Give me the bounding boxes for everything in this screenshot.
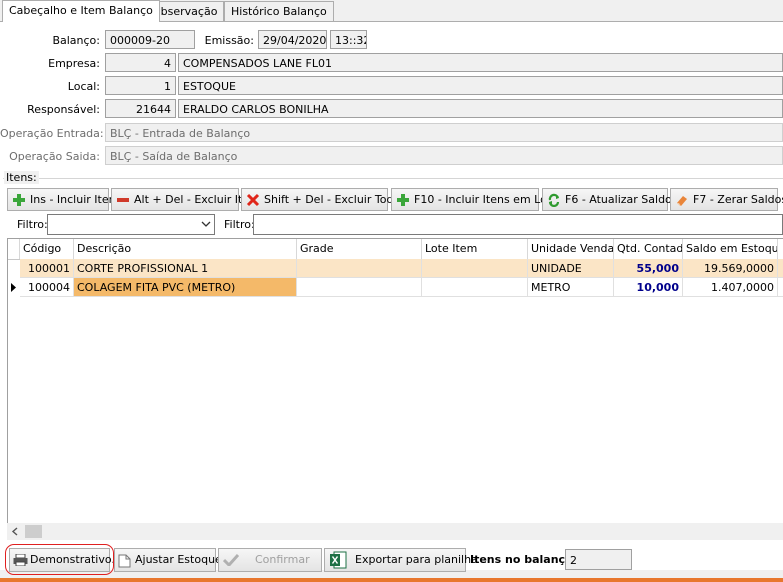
itens-grid[interactable]: Código Descrição Grade Lote Item Unidade… [7, 238, 783, 540]
ajustar-estoque-label: Ajustar Estoque [135, 553, 222, 566]
local-code-field[interactable]: 1 [105, 76, 176, 95]
red-x-icon [246, 193, 260, 207]
itens-group-line [3, 178, 783, 179]
confirmar-label: Confirmar [255, 553, 310, 566]
col-unidade-venda[interactable]: Unidade Venda [528, 239, 614, 259]
cell-codigo: 100004 [20, 278, 74, 297]
cell-qtd-contada: 10,000 [614, 278, 683, 297]
balanco-label: Balanço: [52, 34, 100, 47]
balanco-field[interactable]: 000009-20 [105, 30, 195, 49]
excluir-todos-label: Shift + Del - Excluir Todos [264, 193, 406, 206]
filtro-label-1: Filtro: [17, 218, 48, 231]
confirmar-button[interactable]: Confirmar [218, 548, 322, 572]
cell-saldo: 1.407,0000 [683, 278, 778, 297]
cell-descricao: CORTE PROFISSIONAL 1 [74, 259, 297, 278]
incluir-item-button[interactable]: Ins - Incluir Item [7, 188, 119, 211]
responsavel-label: Responsável: [27, 103, 100, 116]
tab-historico[interactable]: Histórico Balanço [224, 1, 334, 21]
excluir-todos-button[interactable]: Shift + Del - Excluir Todos [241, 188, 406, 211]
empresa-label: Empresa: [48, 57, 100, 70]
table-row[interactable]: 100004 COLAGEM FITA PVC (METRO) METRO 10… [8, 278, 783, 297]
arrow-right-icon [11, 283, 16, 292]
current-row-indicator [8, 278, 20, 297]
responsavel-code-field[interactable]: 21644 [105, 99, 176, 118]
excel-icon [330, 551, 347, 569]
cell-extra [778, 278, 783, 297]
ajustar-estoque-button[interactable]: Ajustar Estoque [114, 548, 222, 572]
incluir-item-label: Ins - Incluir Item [30, 193, 120, 206]
local-label: Local: [67, 80, 100, 93]
cell-unidade: UNIDADE [528, 259, 614, 278]
eraser-icon [677, 196, 687, 206]
cell-grade [297, 278, 422, 297]
filtro-label-2: Filtro: [224, 218, 255, 231]
incluir-lote-button[interactable]: F10 - Incluir Itens em Lote [391, 188, 558, 211]
col-saldo-estoque[interactable]: Saldo em Estoque [683, 239, 778, 259]
cell-qtd-contada: 55,000 [614, 259, 683, 278]
op-saida-label: Operação Saida: [9, 150, 100, 163]
highlight-circle [5, 544, 114, 575]
op-entrada-label: Operação Entrada: [0, 127, 104, 140]
document-icon [118, 554, 131, 568]
empresa-code-field[interactable]: 4 [105, 53, 176, 72]
tab-bar: Cabeçalho e Item Balanço Observação Hist… [0, 0, 783, 22]
row-indicator [8, 259, 20, 278]
emissao-time-field[interactable]: 13::32 [330, 30, 367, 49]
zerar-saldos-button[interactable]: F7 - Zerar Saldos [670, 188, 783, 211]
table-row[interactable]: 100001 CORTE PROFISSIONAL 1 UNIDADE 55,0… [8, 259, 783, 278]
scrollbar-thumb[interactable] [25, 525, 42, 538]
exportar-planilha-label: Exportar para planilha [355, 553, 478, 566]
atualizar-saldos-button[interactable]: F6 - Atualizar Saldos [542, 188, 678, 211]
cell-saldo: 19.569,0000 [683, 259, 778, 278]
chevron-down-icon [201, 221, 211, 227]
col-qtd-contada[interactable]: Qtd. Contada [614, 239, 683, 259]
itens-label: Itens: [4, 171, 39, 184]
col-codigo[interactable]: Código [20, 239, 74, 259]
cell-codigo: 100001 [20, 259, 74, 278]
cell-lote [422, 278, 528, 297]
col-grade[interactable]: Grade [297, 239, 422, 259]
empresa-name-field: COMPENSADOS LANE FL01 [178, 53, 783, 72]
col-lote-item[interactable]: Lote Item [422, 239, 528, 259]
scroll-left-icon[interactable] [11, 527, 20, 536]
incluir-lote-label: F10 - Incluir Itens em Lote [414, 193, 558, 206]
exportar-planilha-button[interactable]: Exportar para planilha [324, 548, 478, 572]
cell-grade [297, 259, 422, 278]
accent-bar [0, 578, 783, 582]
emissao-label: Emissão: [204, 34, 254, 47]
cell-unidade: METRO [528, 278, 614, 297]
atualizar-saldos-label: F6 - Atualizar Saldos [565, 193, 678, 206]
responsavel-name-field: ERALDO CARLOS BONILHA [178, 99, 783, 118]
itens-balanco-label: Itens no balanço: [470, 553, 578, 566]
op-entrada-field: BLÇ - Entrada de Balanço [105, 123, 783, 142]
cell-extra [778, 259, 783, 278]
zerar-saldos-label: F7 - Zerar Saldos [693, 193, 783, 206]
local-name-field: ESTOQUE [178, 76, 783, 95]
op-saida-field: BLÇ - Saída de Balanço [105, 146, 783, 165]
filtro-input[interactable] [253, 214, 783, 235]
indicator-header [8, 239, 20, 259]
grid-header: Código Descrição Grade Lote Item Unidade… [8, 239, 783, 260]
col-descricao[interactable]: Descrição [74, 239, 297, 259]
minus-icon [117, 198, 129, 202]
checkmark-icon [223, 554, 239, 566]
filtro-combo[interactable] [47, 214, 215, 235]
refresh-icon [548, 193, 560, 207]
horizontal-scrollbar[interactable] [7, 523, 783, 540]
emissao-date-field[interactable]: 29/04/2020 [258, 30, 327, 49]
col-extra [778, 239, 783, 259]
tab-cabecalho[interactable]: Cabeçalho e Item Balanço [2, 0, 160, 22]
cell-lote [422, 259, 528, 278]
plus-icon [397, 194, 409, 206]
itens-balanco-count: 2 [565, 549, 632, 570]
cell-descricao-selected[interactable]: COLAGEM FITA PVC (METRO) [74, 278, 297, 297]
excluir-item-button[interactable]: Alt + Del - Excluir Item [111, 188, 260, 211]
plus-icon [13, 194, 25, 206]
